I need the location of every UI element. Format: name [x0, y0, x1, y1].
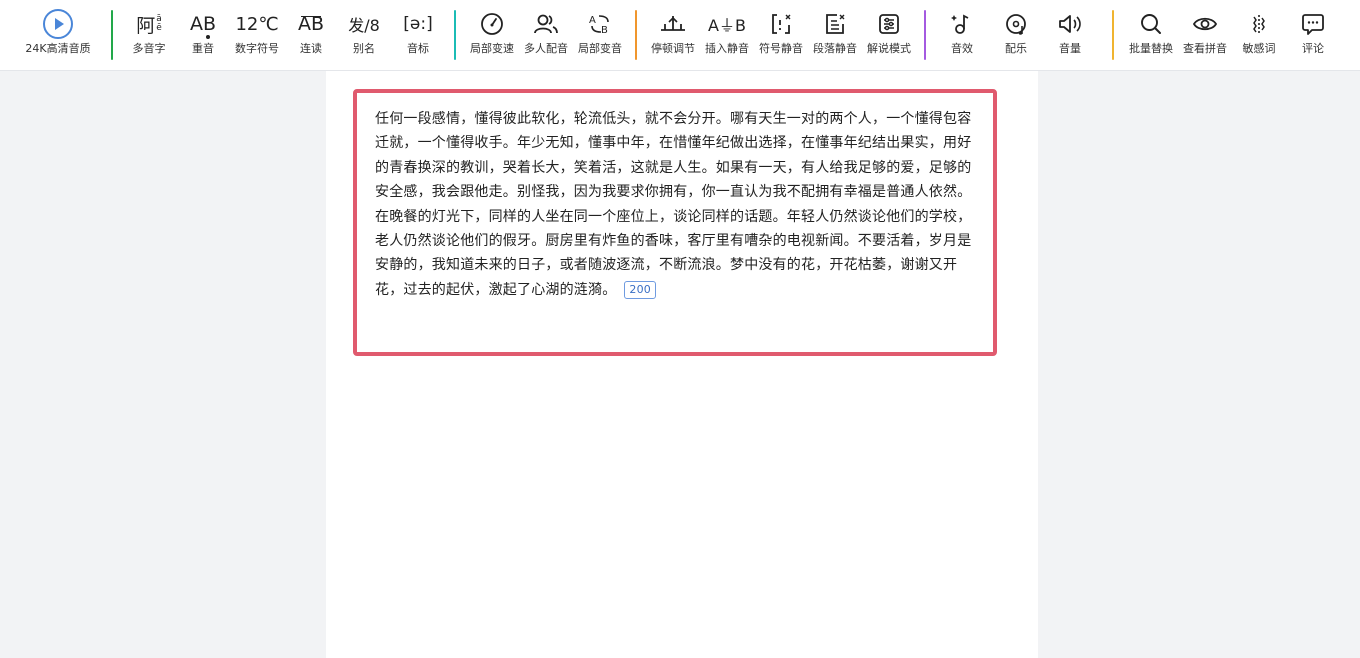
alias-label: 别名	[353, 42, 375, 55]
separator	[111, 10, 113, 60]
insert-silence-label: 插入静音	[705, 42, 749, 55]
sound-effect-icon	[942, 7, 982, 41]
play-circle-icon	[38, 7, 78, 41]
polyphone-icon: 阿 āē	[136, 14, 162, 37]
char-count-badge: 200	[624, 280, 657, 299]
svg-text:B: B	[601, 25, 608, 36]
polyphone-label: 多音字	[132, 42, 166, 55]
symbol-silence-label: 符号静音	[759, 42, 803, 55]
users-icon	[526, 7, 566, 41]
batch-replace-button[interactable]: 批量替换	[1125, 0, 1177, 71]
alias-icon: 发/8	[348, 16, 380, 35]
sensitive-words-label: 敏感词	[1242, 42, 1276, 55]
sensitive-words-button[interactable]: 敏感词	[1239, 0, 1279, 71]
batch-replace-label: 批量替换	[1129, 42, 1173, 55]
sliders-icon	[869, 7, 909, 41]
editor-text[interactable]: 任何一段感情，懂得彼此软化，轮流低头，就不会分开。哪有天生一对的两个人，一个懂得…	[375, 111, 971, 298]
sound-effect-button[interactable]: 音效	[942, 0, 982, 71]
alias-button[interactable]: 发/8 别名	[344, 0, 384, 71]
hd-audio-label: 24K高清音质	[25, 42, 91, 55]
swap-ab-icon: AB	[580, 7, 620, 41]
local-pitch-label: 局部变音	[578, 42, 622, 55]
sensitive-words-icon	[1239, 7, 1279, 41]
stress-label: 重音	[192, 42, 214, 55]
volume-button[interactable]: 音量	[1050, 0, 1090, 71]
separator	[454, 10, 456, 60]
phonetic-icon: [ə:]	[403, 14, 433, 34]
phonetic-button[interactable]: [ə:] 音标	[398, 0, 438, 71]
number-symbol-icon: 12℃	[235, 13, 279, 35]
liaison-label: 连读	[300, 42, 322, 55]
paragraph-silence-label: 段落静音	[813, 42, 857, 55]
music-disc-icon	[996, 7, 1036, 41]
paragraph-silence-icon	[815, 7, 855, 41]
liaison-icon: AB	[297, 13, 325, 35]
comment-label: 评论	[1302, 42, 1324, 55]
search-icon	[1131, 7, 1171, 41]
narration-mode-label: 解说模式	[867, 42, 911, 55]
bgm-label: 配乐	[1005, 42, 1027, 55]
multi-voice-label: 多人配音	[524, 42, 568, 55]
paragraph-silence-button[interactable]: 段落静音	[810, 0, 860, 71]
symbol-silence-icon	[761, 7, 801, 41]
editor-text-block[interactable]: 任何一段感情，懂得彼此软化，轮流低头，就不会分开。哪有天生一对的两个人，一个懂得…	[375, 107, 975, 302]
speedometer-icon	[472, 7, 512, 41]
stress-icon: AB	[183, 7, 223, 41]
separator	[635, 10, 637, 60]
bgm-button[interactable]: 配乐	[996, 0, 1036, 71]
hd-audio-button[interactable]: 24K高清音质	[18, 0, 98, 71]
stress-button[interactable]: AB 重音	[183, 0, 223, 71]
toolbar: 24K高清音质 阿 āē 多音字 AB 重音 12℃ 数字符号 AB 连读 发/…	[0, 0, 1360, 71]
volume-icon	[1050, 7, 1090, 41]
narration-mode-button[interactable]: 解说模式	[864, 0, 914, 71]
liaison-button[interactable]: AB 连读	[291, 0, 331, 71]
local-pitch-button[interactable]: AB 局部变音	[575, 0, 625, 71]
multi-voice-button[interactable]: 多人配音	[521, 0, 571, 71]
separator	[924, 10, 926, 60]
separator	[1112, 10, 1114, 60]
local-speed-label: 局部变速	[470, 42, 514, 55]
pause-adjust-button[interactable]: 停顿调节	[648, 0, 698, 71]
comment-icon	[1293, 7, 1333, 41]
comment-button[interactable]: 评论	[1293, 0, 1333, 71]
number-symbol-label: 数字符号	[235, 42, 279, 55]
symbol-silence-button[interactable]: 符号静音	[756, 0, 806, 71]
view-pinyin-button[interactable]: 查看拼音	[1179, 0, 1231, 71]
pause-adjust-label: 停顿调节	[651, 42, 695, 55]
number-symbol-button[interactable]: 12℃ 数字符号	[231, 0, 283, 71]
text-editor[interactable]: 任何一段感情，懂得彼此软化，轮流低头，就不会分开。哪有天生一对的两个人，一个懂得…	[353, 89, 997, 356]
svg-text:A: A	[589, 15, 596, 26]
volume-label: 音量	[1059, 42, 1081, 55]
pause-adjust-icon	[653, 7, 693, 41]
polyphone-button[interactable]: 阿 āē 多音字	[129, 0, 169, 71]
phonetic-label: 音标	[407, 42, 429, 55]
insert-silence-button[interactable]: A⏚B 插入静音	[702, 0, 752, 71]
sound-effect-label: 音效	[951, 42, 973, 55]
insert-silence-icon: A⏚B	[708, 16, 746, 35]
eye-icon	[1185, 7, 1225, 41]
local-speed-button[interactable]: 局部变速	[467, 0, 517, 71]
view-pinyin-label: 查看拼音	[1183, 42, 1227, 55]
